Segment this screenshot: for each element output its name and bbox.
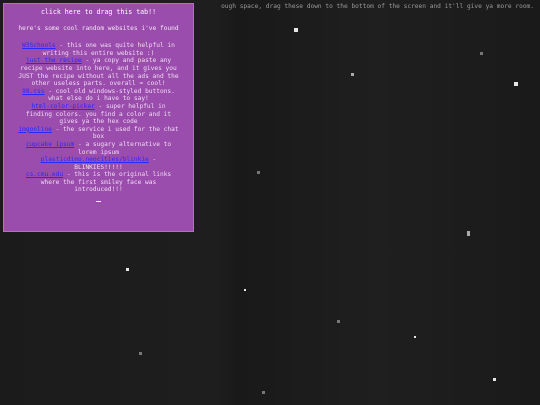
site-link-98css[interactable]: 98.css — [22, 88, 44, 95]
star — [337, 320, 340, 323]
panel-intro-text: here's some cool random websites i've fo… — [18, 24, 179, 32]
site-link-html-color-picker[interactable]: html-color-picker — [31, 103, 94, 110]
site-link-cs-cmu-edu[interactable]: cs.cmu.edu — [26, 171, 63, 178]
site-description: - cool old windows-styled buttons. what … — [44, 87, 175, 103]
star — [294, 28, 298, 32]
star — [139, 352, 142, 355]
list-item: 98.css - cool old windows-styled buttons… — [18, 88, 179, 103]
star — [126, 268, 129, 271]
website-list: W3Schools - this one was quite helpful i… — [18, 42, 179, 202]
star — [514, 82, 518, 86]
list-item: html-color-picker - super helpful in fin… — [18, 103, 179, 126]
star — [351, 73, 354, 76]
random-websites-panel[interactable]: click here to drag this tab!! here's som… — [3, 3, 194, 232]
site-link-cupcake-ipsum[interactable]: cupcake ipsum — [26, 141, 74, 148]
star — [414, 336, 416, 338]
text-cursor-icon — [96, 200, 101, 202]
site-description: - a sugary alternative to lorem ipsum — [74, 140, 172, 156]
site-link-just-the-recipe[interactable]: just the recipe — [26, 57, 82, 64]
list-item: plasticdino.neocities/blinkie - BLINKIES… — [18, 156, 179, 171]
star — [467, 231, 470, 236]
list-item: W3Schools - this one was quite helpful i… — [18, 42, 179, 57]
star — [493, 378, 496, 381]
site-description: - this one was quite helpful in writing … — [42, 42, 175, 57]
site-link-w3schools[interactable]: W3Schools — [22, 42, 56, 49]
list-item: just the recipe - ya copy and paste any … — [18, 57, 179, 87]
star — [262, 391, 265, 394]
drag-handle[interactable]: click here to drag this tab!! — [4, 8, 193, 17]
drag-hint-text: ough space, drag these down to the botto… — [221, 3, 534, 10]
star — [480, 52, 483, 55]
list-item: cupcake ipsum - a sugary alternative to … — [18, 141, 179, 156]
list-item: cs.cmu.edu - this is the original links … — [18, 171, 179, 202]
site-link-imgonline[interactable]: imgonline — [18, 126, 52, 133]
star — [257, 171, 260, 174]
page-background: ough space, drag these down to the botto… — [0, 0, 540, 405]
site-link-blinkie[interactable]: plasticdino.neocities/blinkie — [41, 156, 149, 163]
star — [244, 289, 246, 291]
site-description: - the service i used for the chat box — [51, 125, 179, 141]
list-item: imgonline - the service i used for the c… — [18, 126, 179, 141]
